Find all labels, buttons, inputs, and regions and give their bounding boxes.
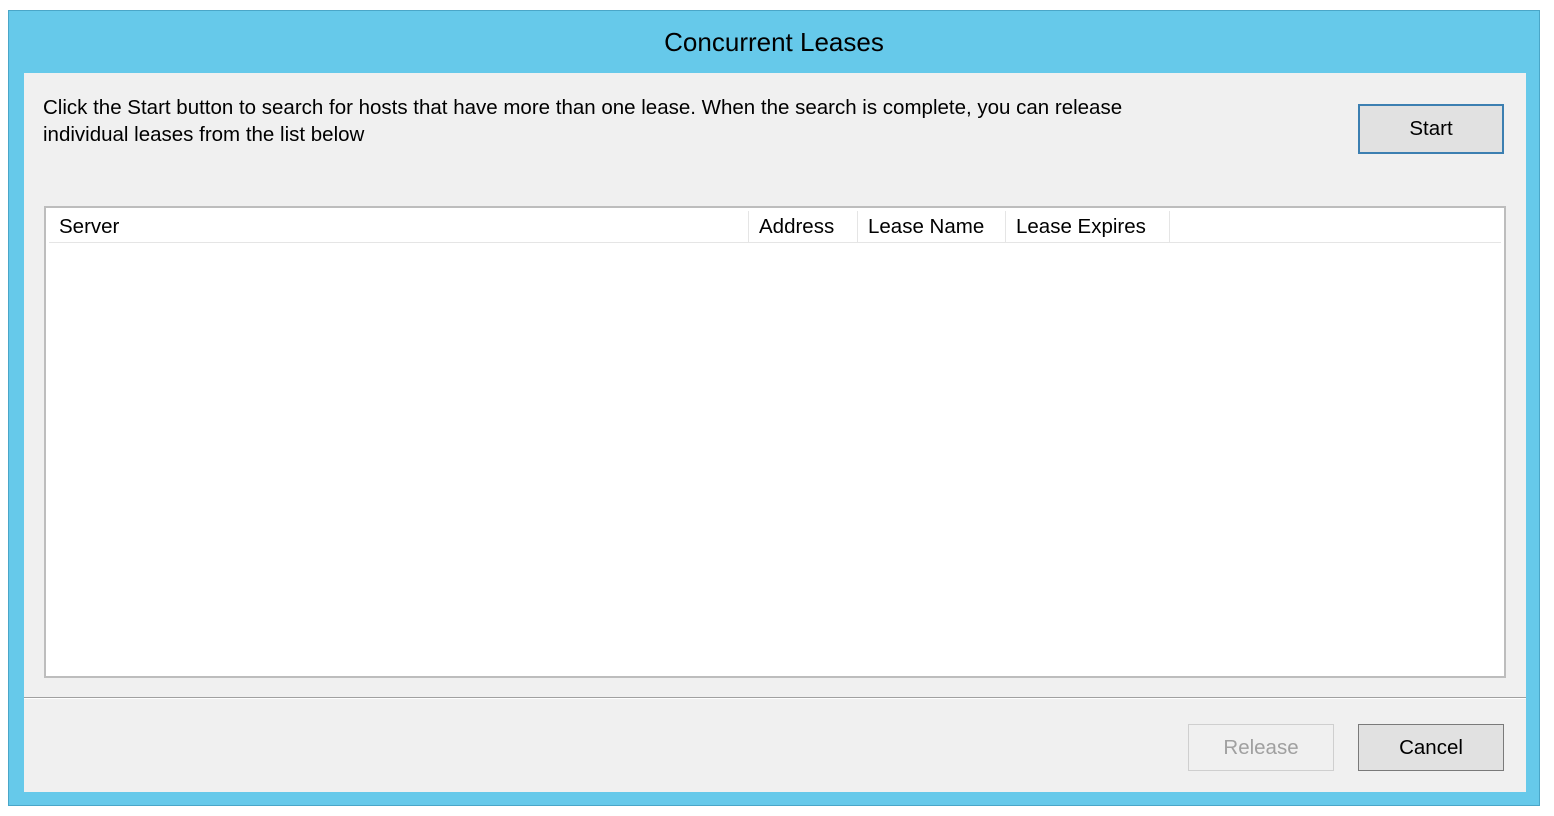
column-header-lease-name[interactable]: Lease Name bbox=[858, 211, 1006, 242]
column-header-server[interactable]: Server bbox=[49, 211, 749, 242]
instructions-text: Click the Start button to search for hos… bbox=[43, 94, 1243, 148]
lease-list[interactable]: Server Address Lease Name Lease Expires bbox=[44, 206, 1506, 678]
footer-divider bbox=[24, 697, 1526, 699]
concurrent-leases-dialog: Concurrent Leases Click the Start button… bbox=[8, 10, 1540, 806]
dialog-client-area: Click the Start button to search for hos… bbox=[24, 73, 1526, 792]
column-header-address[interactable]: Address bbox=[749, 211, 858, 242]
release-button[interactable]: Release bbox=[1188, 724, 1334, 771]
start-button[interactable]: Start bbox=[1358, 104, 1504, 154]
dialog-title: Concurrent Leases bbox=[664, 26, 884, 57]
column-header-lease-expires[interactable]: Lease Expires bbox=[1006, 211, 1170, 242]
column-header-filler bbox=[1170, 211, 1501, 242]
cancel-button[interactable]: Cancel bbox=[1358, 724, 1504, 771]
instructions-line-1: Click the Start button to search for hos… bbox=[43, 96, 1123, 119]
lease-list-header: Server Address Lease Name Lease Expires bbox=[49, 211, 1501, 243]
instructions-line-2: individual leases from the list below bbox=[43, 123, 365, 146]
